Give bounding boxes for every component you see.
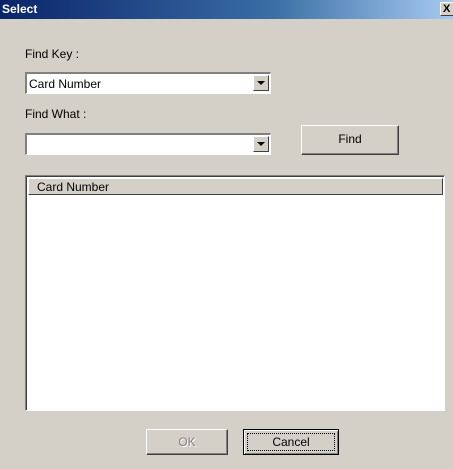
window-title: Select (2, 2, 38, 16)
find-what-label: Find What : (25, 107, 87, 121)
find-key-dropdown-button[interactable] (253, 75, 269, 91)
close-button[interactable]: X (440, 2, 453, 16)
column-header-card-number[interactable]: Card Number (28, 178, 443, 195)
results-list[interactable]: Card Number (25, 175, 445, 411)
ok-button[interactable]: OK (146, 429, 228, 455)
find-button[interactable]: Find (301, 125, 399, 155)
find-button-label: Find (338, 132, 362, 146)
ok-button-label: OK (178, 435, 196, 449)
find-key-label: Find Key : (25, 47, 80, 61)
cancel-button[interactable]: Cancel (243, 429, 339, 455)
column-header-label: Card Number (37, 180, 110, 194)
title-bar[interactable]: Select X (0, 0, 453, 19)
find-key-selected-value: Card Number (29, 77, 102, 91)
find-what-dropdown-button[interactable] (253, 136, 269, 152)
find-what-dropdown[interactable] (25, 133, 271, 155)
find-key-dropdown[interactable]: Card Number (25, 72, 271, 94)
chevron-down-icon (257, 81, 265, 85)
chevron-down-icon (257, 142, 265, 146)
select-dialog: Select X Find Key : Card Number Find Wha… (0, 0, 453, 469)
cancel-button-label: Cancel (272, 435, 310, 449)
